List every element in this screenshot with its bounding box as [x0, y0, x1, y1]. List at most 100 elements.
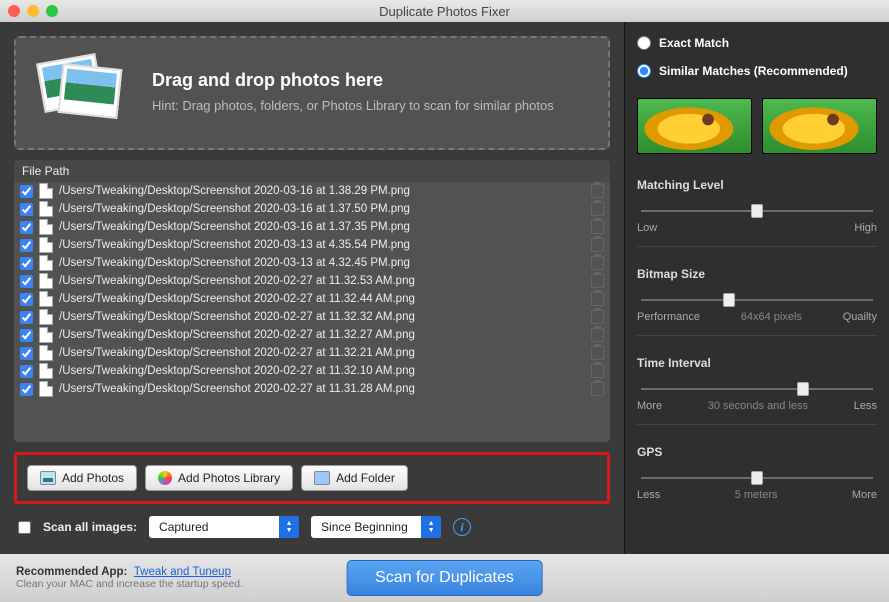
file-row[interactable]: /Users/Tweaking/Desktop/Screenshot 2020-… — [14, 218, 610, 236]
preview-thumbs — [637, 98, 877, 154]
file-row[interactable]: /Users/Tweaking/Desktop/Screenshot 2020-… — [14, 344, 610, 362]
file-row-checkbox[interactable] — [20, 203, 33, 216]
add-folder-button[interactable]: Add Folder — [301, 465, 408, 491]
trash-icon[interactable] — [591, 292, 604, 306]
scan-options-bar: Scan all images: Captured ▲▼ Since Begin… — [14, 514, 610, 540]
document-icon — [39, 201, 53, 217]
trash-icon[interactable] — [591, 328, 604, 342]
trash-icon[interactable] — [591, 346, 604, 360]
document-icon — [39, 255, 53, 271]
trash-icon[interactable] — [591, 274, 604, 288]
trash-icon[interactable] — [591, 364, 604, 378]
file-row-checkbox[interactable] — [20, 221, 33, 234]
time-interval-label: Time Interval — [637, 356, 877, 370]
file-row[interactable]: /Users/Tweaking/Desktop/Screenshot 2020-… — [14, 254, 610, 272]
file-row[interactable]: /Users/Tweaking/Desktop/Screenshot 2020-… — [14, 200, 610, 218]
add-photos-button[interactable]: Add Photos — [27, 465, 137, 491]
file-row-checkbox[interactable] — [20, 275, 33, 288]
file-row-checkbox[interactable] — [20, 383, 33, 396]
matching-level-knob[interactable] — [751, 204, 763, 218]
scan-all-checkbox[interactable] — [18, 521, 31, 534]
add-photos-library-button[interactable]: Add Photos Library — [145, 465, 293, 491]
trash-icon[interactable] — [591, 238, 604, 252]
document-icon — [39, 237, 53, 253]
bitmap-size-knob[interactable] — [723, 293, 735, 307]
scan-for-duplicates-button[interactable]: Scan for Duplicates — [346, 560, 543, 596]
dropzone[interactable]: Drag and drop photos here Hint: Drag pho… — [14, 36, 610, 150]
file-row-checkbox[interactable] — [20, 185, 33, 198]
file-row-checkbox[interactable] — [20, 347, 33, 360]
exact-match-input[interactable] — [637, 36, 651, 50]
preview-thumb-2 — [762, 98, 877, 154]
matching-level-track[interactable] — [641, 210, 873, 212]
file-row-checkbox[interactable] — [20, 365, 33, 378]
add-library-label: Add Photos Library — [178, 471, 280, 485]
since-select-value: Since Beginning — [311, 520, 421, 534]
traffic-lights — [8, 5, 58, 17]
info-icon[interactable]: i — [453, 518, 471, 536]
file-list-body[interactable]: /Users/Tweaking/Desktop/Screenshot 2020-… — [14, 182, 610, 442]
file-row[interactable]: /Users/Tweaking/Desktop/Screenshot 2020-… — [14, 236, 610, 254]
document-icon — [39, 219, 53, 235]
bitmap-left: Performance — [637, 311, 700, 323]
file-row-checkbox[interactable] — [20, 239, 33, 252]
dropzone-text: Drag and drop photos here Hint: Drag pho… — [152, 70, 554, 115]
file-row[interactable]: /Users/Tweaking/Desktop/Screenshot 2020-… — [14, 182, 610, 200]
file-path: /Users/Tweaking/Desktop/Screenshot 2020-… — [59, 347, 585, 359]
file-row-checkbox[interactable] — [20, 257, 33, 270]
recommended-link[interactable]: Tweak and Tuneup — [134, 566, 231, 578]
similar-match-radio[interactable]: Similar Matches (Recommended) — [637, 64, 877, 78]
file-row[interactable]: /Users/Tweaking/Desktop/Screenshot 2020-… — [14, 308, 610, 326]
photos-app-icon — [158, 471, 172, 485]
select-arrows-icon: ▲▼ — [421, 516, 441, 538]
gps-track[interactable] — [641, 477, 873, 479]
captured-select[interactable]: Captured ▲▼ — [149, 516, 299, 538]
time-right: Less — [854, 400, 877, 412]
matching-high: High — [854, 222, 877, 234]
exact-match-radio[interactable]: Exact Match — [637, 36, 877, 50]
document-icon — [39, 183, 53, 199]
gps-left: Less — [637, 489, 660, 501]
file-row[interactable]: /Users/Tweaking/Desktop/Screenshot 2020-… — [14, 272, 610, 290]
close-icon[interactable] — [8, 5, 20, 17]
add-folder-label: Add Folder — [336, 471, 395, 485]
time-interval-knob[interactable] — [797, 382, 809, 396]
file-row[interactable]: /Users/Tweaking/Desktop/Screenshot 2020-… — [14, 290, 610, 308]
bitmap-size-track[interactable] — [641, 299, 873, 301]
file-row-checkbox[interactable] — [20, 311, 33, 324]
file-path: /Users/Tweaking/Desktop/Screenshot 2020-… — [59, 239, 585, 251]
select-arrows-icon: ▲▼ — [279, 516, 299, 538]
file-row[interactable]: /Users/Tweaking/Desktop/Screenshot 2020-… — [14, 326, 610, 344]
add-photos-label: Add Photos — [62, 471, 124, 485]
trash-icon[interactable] — [591, 310, 604, 324]
gps-right: More — [852, 489, 877, 501]
since-select[interactable]: Since Beginning ▲▼ — [311, 516, 441, 538]
file-path: /Users/Tweaking/Desktop/Screenshot 2020-… — [59, 383, 585, 395]
file-row-checkbox[interactable] — [20, 293, 33, 306]
photos-stack-icon — [40, 58, 130, 128]
recommended-app: Recommended App: Tweak and Tuneup — [16, 566, 243, 578]
trash-icon[interactable] — [591, 184, 604, 198]
document-icon — [39, 345, 53, 361]
file-path: /Users/Tweaking/Desktop/Screenshot 2020-… — [59, 293, 585, 305]
trash-icon[interactable] — [591, 202, 604, 216]
time-interval-track[interactable] — [641, 388, 873, 390]
exact-match-label: Exact Match — [659, 36, 729, 50]
document-icon — [39, 309, 53, 325]
trash-icon[interactable] — [591, 220, 604, 234]
zoom-icon[interactable] — [46, 5, 58, 17]
document-icon — [39, 273, 53, 289]
matching-level-slider: Matching Level Low High — [637, 172, 877, 247]
gps-slider: GPS Less 5 meters More — [637, 439, 877, 513]
trash-icon[interactable] — [591, 256, 604, 270]
gps-knob[interactable] — [751, 471, 763, 485]
file-row[interactable]: /Users/Tweaking/Desktop/Screenshot 2020-… — [14, 362, 610, 380]
file-row-checkbox[interactable] — [20, 329, 33, 342]
similar-match-input[interactable] — [637, 64, 651, 78]
file-path: /Users/Tweaking/Desktop/Screenshot 2020-… — [59, 275, 585, 287]
minimize-icon[interactable] — [27, 5, 39, 17]
folder-icon — [314, 471, 330, 485]
left-panel: Drag and drop photos here Hint: Drag pho… — [0, 22, 624, 554]
file-row[interactable]: /Users/Tweaking/Desktop/Screenshot 2020-… — [14, 380, 610, 398]
trash-icon[interactable] — [591, 382, 604, 396]
